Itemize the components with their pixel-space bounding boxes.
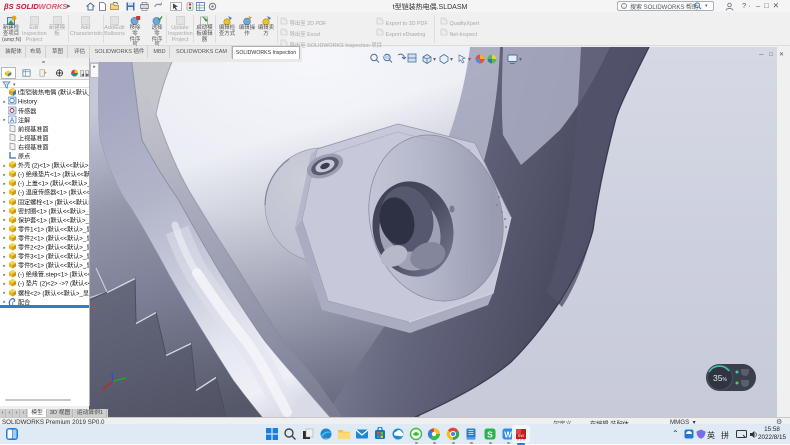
svg-text:▾: ▾ <box>468 57 471 63</box>
svg-text:▾: ▾ <box>450 57 453 63</box>
svg-text:▾: ▾ <box>519 57 522 63</box>
svg-text:▾: ▾ <box>433 57 436 63</box>
svg-text:▾: ▾ <box>499 57 502 63</box>
svg-text:A: A <box>10 118 14 124</box>
svg-text:SW: SW <box>518 433 525 438</box>
svg-text:S: S <box>487 430 493 440</box>
